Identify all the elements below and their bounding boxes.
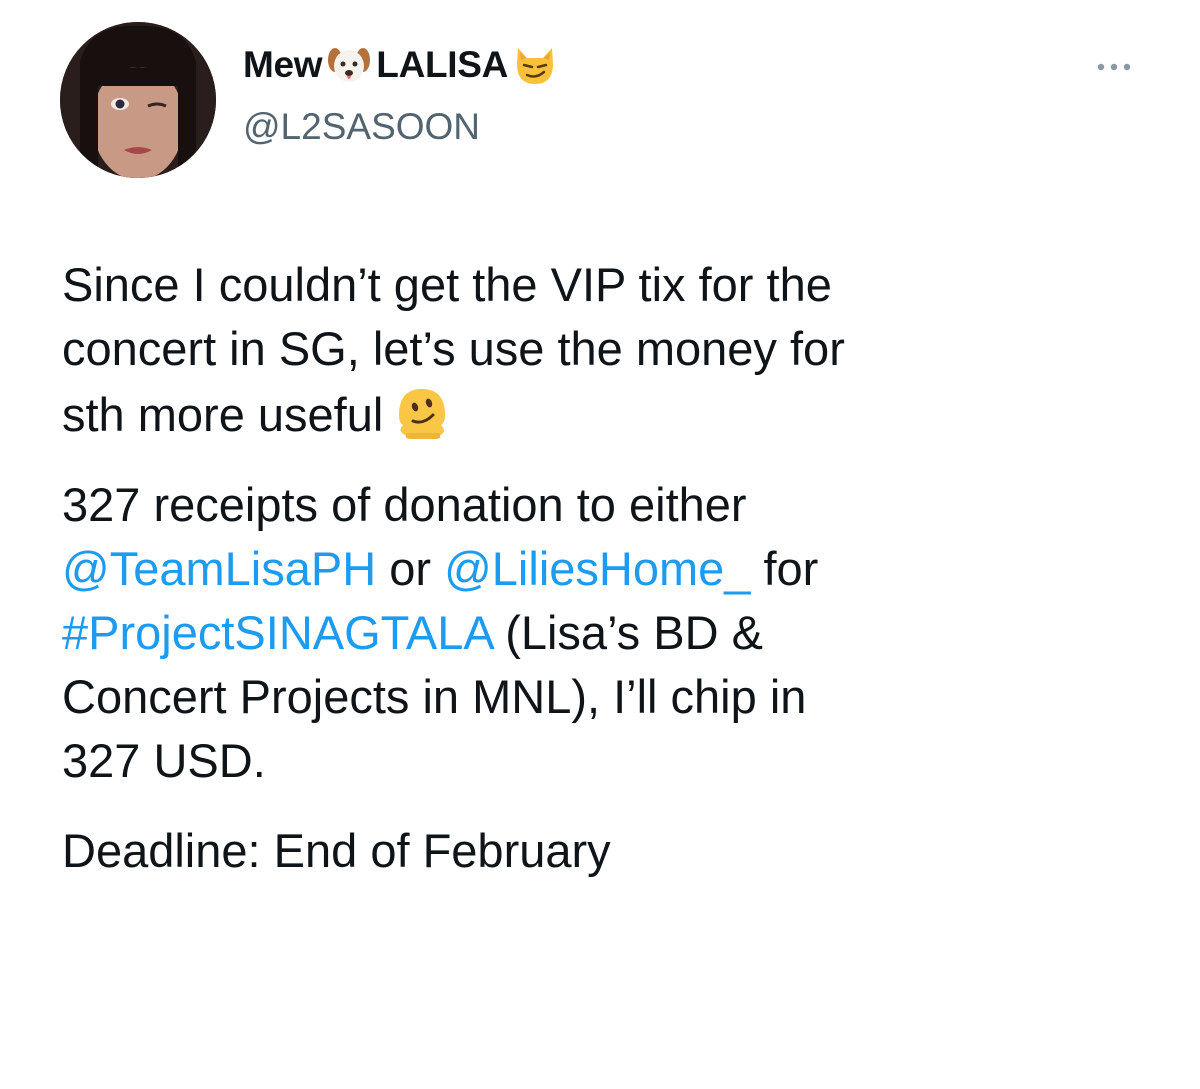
text-line: #ProjectSINAGTALA (Lisa’s BD & — [62, 601, 1162, 665]
text-segment: for — [750, 542, 819, 595]
text-line: 327 receipts of donation to either — [62, 478, 747, 531]
tweet: Mew LALISA @L2SASOON Since I couldn’t ge… — [0, 0, 1200, 1089]
more-options-button[interactable] — [1092, 54, 1136, 80]
avatar-image — [60, 22, 216, 178]
author-name-prefix: Mew — [243, 44, 323, 85]
melting-face-icon — [391, 381, 453, 443]
text-line: 327 USD. — [62, 734, 266, 787]
hashtag-link-projectsinagtala[interactable]: #ProjectSINAGTALA — [62, 606, 492, 659]
text-line: @TeamLisaPH or @LiliesHome_ for — [62, 537, 1162, 601]
text-line: Deadline: End of February — [62, 824, 611, 877]
mention-link-lilieshome[interactable]: @LiliesHome_ — [444, 542, 750, 595]
text-line: Concert Projects in MNL), I’ll chip in — [62, 670, 807, 723]
tweet-paragraph-1: Since I couldn’t get the VIP tix for the… — [62, 253, 1162, 447]
smirking-cat-icon — [512, 42, 558, 88]
tweet-paragraph-3: Deadline: End of February — [62, 819, 1162, 883]
avatar[interactable] — [60, 22, 216, 178]
tweet-text: Since I couldn’t get the VIP tix for the… — [62, 253, 1162, 909]
text-line: Since I couldn’t get the VIP tix for the — [62, 258, 832, 311]
text-segment: or — [376, 542, 445, 595]
text-segment: sth more useful — [62, 388, 384, 441]
tweet-paragraph-2: 327 receipts of donation to either @Team… — [62, 473, 1162, 793]
author-name[interactable]: Mew LALISA — [243, 42, 558, 88]
text-segment: (Lisa’s BD & — [492, 606, 763, 659]
text-line: sth more useful — [62, 381, 1162, 447]
author-handle[interactable]: @L2SASOON — [243, 106, 480, 148]
author-name-suffix: LALISA — [376, 44, 509, 85]
ellipsis-icon — [1097, 63, 1131, 71]
mention-link-teamlisaph[interactable]: @TeamLisaPH — [62, 542, 376, 595]
dog-face-icon — [326, 42, 372, 88]
text-line: concert in SG, let’s use the money for — [62, 322, 845, 375]
